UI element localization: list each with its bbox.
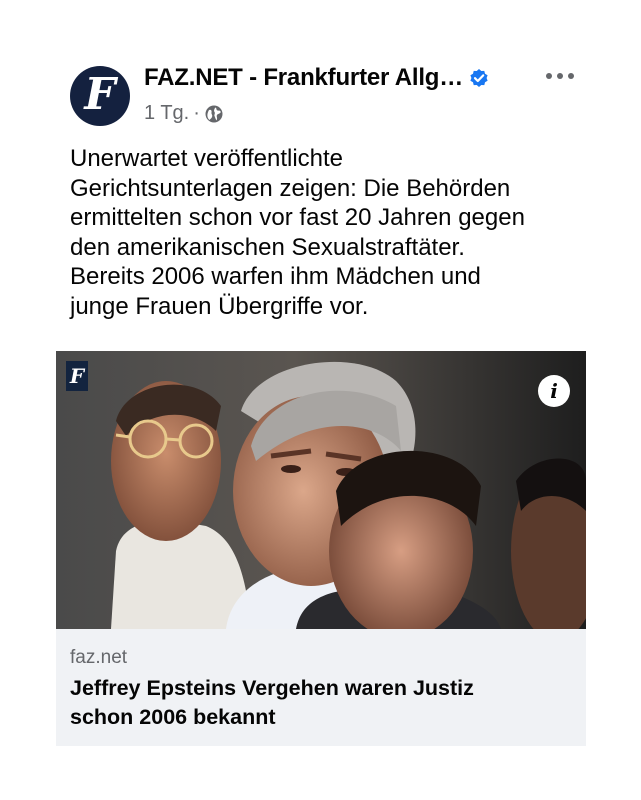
post-text-line: Unerwartet veröffentlichte: [70, 145, 344, 172]
info-icon[interactable]: i: [538, 375, 570, 407]
meta-separator: ·: [193, 102, 200, 124]
link-preview-card[interactable]: faz.net Jeffrey Epsteins Vergehen waren …: [56, 629, 586, 746]
more-options-icon[interactable]: [540, 64, 580, 88]
post-meta: 1 Tg. ·: [144, 102, 224, 125]
post-timestamp[interactable]: 1 Tg.: [144, 102, 189, 125]
link-headline-line: schon 2006 bekannt: [70, 705, 276, 729]
post-text-line: junge Frauen Übergriffe vor.: [70, 292, 369, 320]
globe-icon[interactable]: [204, 104, 224, 124]
feed-post: F FAZ.NET - Frankfurter Allg… 1 Tg. · Un…: [56, 48, 586, 748]
page-name-link[interactable]: FAZ.NET - Frankfurter Allg…: [144, 64, 463, 92]
link-domain: faz.net: [70, 647, 128, 668]
faz-logo-icon: F: [66, 361, 88, 391]
page-avatar[interactable]: F: [70, 66, 130, 126]
page-name-row: FAZ.NET - Frankfurter Allg…: [144, 64, 489, 92]
avatar-logo-letter: F: [84, 69, 116, 120]
link-preview-image[interactable]: F i: [56, 351, 586, 629]
link-headline-line: Jeffrey Epsteins Vergehen waren Justiz: [70, 676, 474, 700]
post-header: F FAZ.NET - Frankfurter Allg… 1 Tg. ·: [56, 64, 586, 134]
post-message: Unerwartet veröffentlichte Gerichtsunter…: [70, 144, 580, 321]
news-photo: [56, 351, 586, 629]
post-text-line: den amerikanischen Sexualstraftäter.: [70, 233, 465, 261]
link-headline[interactable]: Jeffrey Epsteins Vergehen waren Justiz s…: [70, 674, 575, 732]
post-text-line: Bereits 2006 warfen ihm Mädchen und: [70, 263, 481, 290]
post-text-line: ermittelten schon vor fast 20 Jahren geg…: [70, 204, 525, 231]
verified-badge-icon: [469, 68, 489, 88]
post-text-line: Gerichtsunterlagen zeigen: Die Behörden: [70, 174, 511, 202]
